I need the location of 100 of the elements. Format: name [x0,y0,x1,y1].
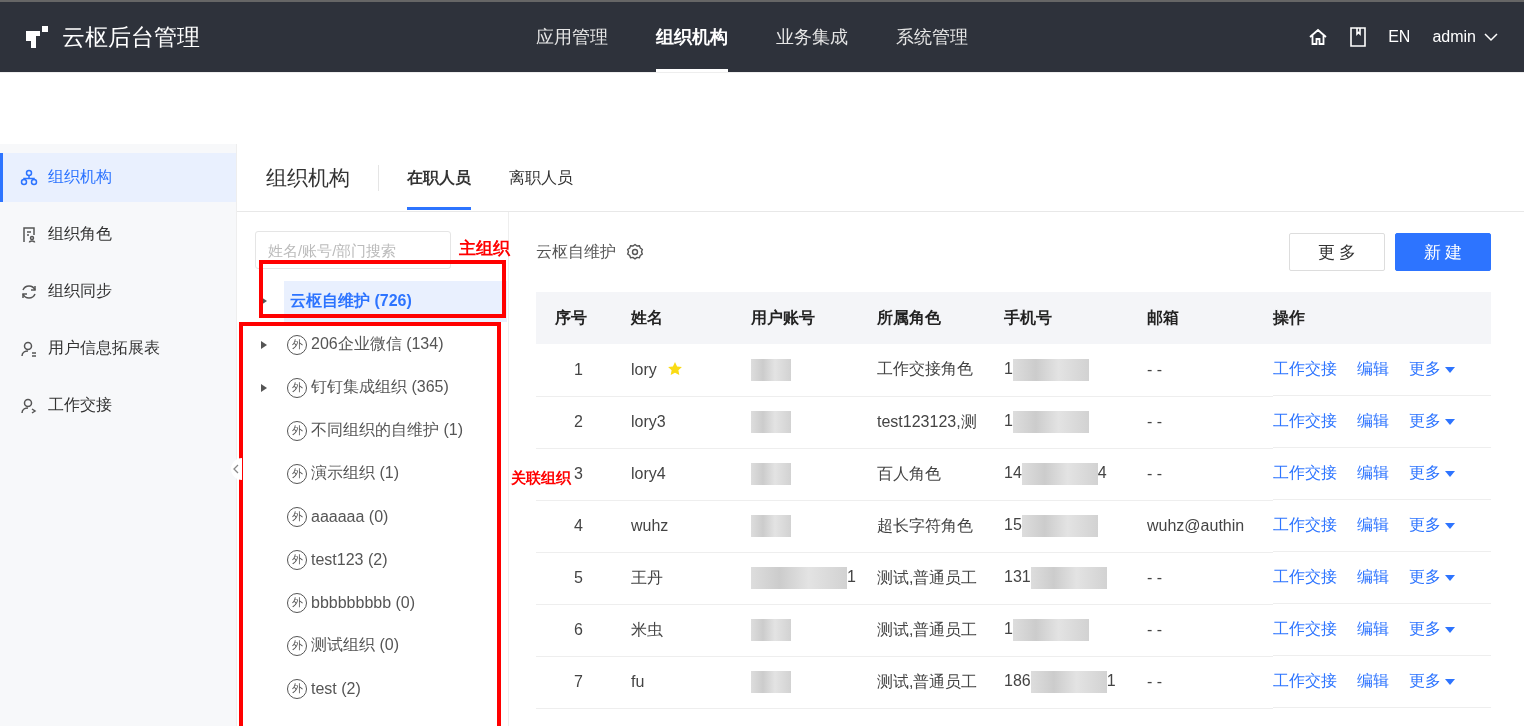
table-cell: - - [1147,465,1163,482]
table-cell-text: 测试,普通员工 [877,567,978,588]
action-link[interactable]: 编辑 [1357,411,1389,432]
table-cell: 14 [1004,464,1022,482]
more-dropdown-link[interactable]: 更多 [1409,359,1455,380]
table-cell-text: 测试,普通员工 [877,671,978,692]
nav-tab[interactable]: 组织机构 [656,2,728,72]
tab[interactable]: 离职人员 [509,145,573,210]
caret-right-icon [261,383,267,392]
table-cell: - - [1147,413,1163,430]
table-cell: 7 [574,673,583,690]
tree-item-label: 钉钉集成组织 (365) [311,377,449,397]
blurred-text [751,671,791,693]
home-icon[interactable] [1308,27,1329,47]
user-icon [20,339,38,358]
action-link[interactable]: 工作交接 [1273,463,1337,484]
document-icon[interactable] [1350,27,1367,47]
action-link[interactable]: 编辑 [1357,463,1389,484]
tree-item[interactable]: 外 test (2) [255,667,508,710]
action-link[interactable]: 编辑 [1357,671,1389,692]
logo-icon [26,26,50,48]
document-person-icon [20,225,38,244]
table-cell-text: 百人角色 [877,463,941,484]
more-dropdown-link[interactable]: 更多 [1409,411,1455,432]
user-menu[interactable]: admin [1432,28,1476,46]
tree-item-label: aaaaaa (0) [311,507,389,526]
tree-item[interactable]: 外 aaaaaa (0) [255,495,508,538]
table-cell: lory3 [631,413,666,430]
app-title: 云枢后台管理 [62,22,200,52]
column-header: 用户账号 [751,292,877,344]
nav-tab[interactable]: 系统管理 [896,2,968,72]
action-link[interactable]: 编辑 [1357,515,1389,536]
nav-tab[interactable]: 业务集成 [776,2,848,72]
sidebar-item[interactable]: 用户信息拓展表 [0,324,236,373]
more-button[interactable]: 更 多 [1289,233,1385,271]
table-cell: 5 [574,569,583,586]
tree-item-label: 演示组织 (1) [311,463,399,483]
tree-item[interactable]: 外 206企业微信 (134) [255,323,508,366]
table-cell: 1 [1106,672,1116,690]
caret-down-icon [1445,418,1455,425]
more-dropdown-link[interactable]: 更多 [1409,619,1455,640]
table-cell: 4 [574,517,583,534]
action-link[interactable]: 编辑 [1357,567,1389,588]
more-dropdown-link[interactable]: 更多 [1409,515,1455,536]
new-button[interactable]: 新 建 [1395,233,1491,271]
action-link[interactable]: 工作交接 [1273,567,1337,588]
tree-item-label: bbbbbbbbb (0) [311,593,416,612]
sidebar-item[interactable]: 组织机构 [0,153,236,202]
table-cell: 131 [1004,568,1031,586]
blurred-text [751,619,791,641]
table-cell: - - [1147,569,1163,586]
sidebar-item[interactable]: 组织同步 [0,267,236,316]
caret-down-icon [1445,470,1455,477]
more-dropdown-link[interactable]: 更多 [1409,671,1455,692]
table-cell: 王丹 [631,568,663,586]
tree-item[interactable]: 外 测试组织 (0) [255,624,508,667]
org-name: 云枢自维护 [536,241,616,262]
table-cell: - - [1147,360,1163,378]
language-link[interactable]: EN [1388,28,1411,46]
blurred-text [751,463,791,485]
table-cell: wuhz@authin [1147,517,1245,534]
action-link[interactable]: 工作交接 [1273,411,1337,432]
table-cell: - - [1147,673,1163,690]
table-cell: 1 [1004,360,1013,377]
table-cell: lory4 [631,465,666,482]
more-dropdown-link[interactable]: 更多 [1409,567,1455,588]
tree-item[interactable]: 外 test123 (2) [255,538,508,581]
blurred-text [751,358,791,381]
table-cell-text: 测试,普通员工 [877,619,978,640]
table-cell: 186 [1004,672,1031,690]
column-header: 所属角色 [877,292,1004,344]
blurred-text [751,411,791,433]
column-header: 手机号 [1004,292,1147,344]
chevron-down-icon[interactable] [1484,32,1498,42]
sidebar-item[interactable]: 工作交接 [0,381,236,430]
nav-tab[interactable]: 应用管理 [536,2,608,72]
tree-item[interactable]: 外 钉钉集成组织 (365) [255,366,508,409]
tree-item[interactable]: 外 不同组织的自维护 (1) [255,409,508,452]
action-link[interactable]: 工作交接 [1273,515,1337,536]
tree-item[interactable]: 外 bbbbbbbbb (0) [255,581,508,624]
collapse-handle-icon[interactable] [228,458,242,480]
action-link[interactable]: 编辑 [1357,359,1389,380]
org-chart-icon [20,168,38,187]
annotation-label: 关联组织 [511,469,571,488]
more-dropdown-link[interactable]: 更多 [1409,463,1455,484]
action-link[interactable]: 工作交接 [1273,619,1337,640]
action-link[interactable]: 编辑 [1357,619,1389,640]
caret-down-icon [1445,626,1455,633]
table-cell-text: test123123,测 [877,411,977,432]
user-icon [20,396,38,415]
action-link[interactable]: 工作交接 [1273,359,1337,380]
settings-icon[interactable] [626,243,644,261]
tab[interactable]: 在职人员 [407,145,471,210]
table-cell: 1 [847,568,856,586]
sidebar-item[interactable]: 组织角色 [0,210,236,259]
action-link[interactable]: 工作交接 [1273,671,1337,692]
caret-down-icon [1445,574,1455,581]
tree-item[interactable]: 外 演示组织 (1) [255,452,508,495]
table-cell: 1 [1004,412,1013,430]
sync-icon [20,282,38,301]
